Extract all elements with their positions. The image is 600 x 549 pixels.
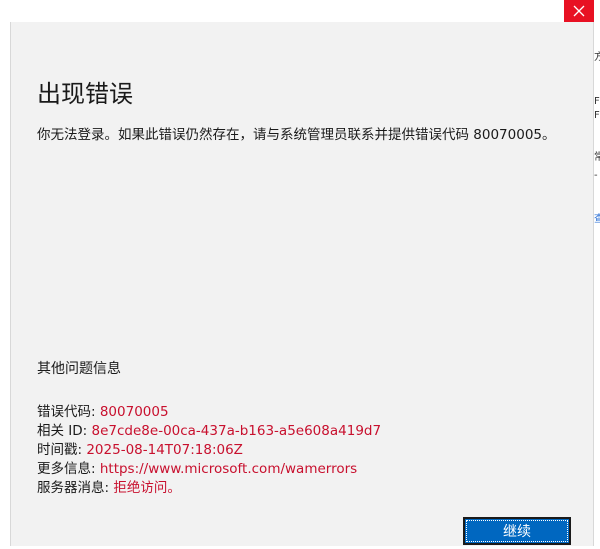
continue-button[interactable]: 继续	[463, 517, 571, 545]
more-info-heading: 其他问题信息	[37, 361, 121, 377]
titlebar	[0, 0, 600, 22]
more-info-link[interactable]: https://www.microsoft.com/wamerrors	[100, 461, 357, 477]
detail-label: 错误代码:	[37, 404, 100, 420]
error-dialog: 出现错误 你无法登录。如果此错误仍然存在，请与系统管理员联系并提供错误代码 80…	[10, 22, 594, 546]
close-icon	[573, 5, 585, 17]
close-button[interactable]	[564, 0, 594, 22]
error-details: 错误代码: 80070005 相关 ID: 8e7cde8e-00ca-437a…	[37, 403, 381, 498]
background-text-fragment: -	[594, 170, 598, 181]
screen: 方 F F 常 - 查 出现错误 你无法登录。如果此错误仍然存在，请与系统管理员…	[0, 0, 600, 549]
server-message-value: 拒绝访问。	[113, 480, 181, 496]
detail-row-timestamp: 时间戳: 2025-08-14T07:18:06Z	[37, 441, 381, 460]
detail-label: 服务器消息:	[37, 480, 114, 496]
detail-label: 相关 ID:	[37, 423, 92, 439]
background-text-fragment: 常	[594, 152, 600, 163]
detail-row-more-info: 更多信息: https://www.microsoft.com/wamerror…	[37, 460, 381, 479]
background-text-fragment: 查	[594, 214, 600, 225]
detail-row-correlation-id: 相关 ID: 8e7cde8e-00ca-437a-b163-a5e608a41…	[37, 422, 381, 441]
correlation-id-value: 8e7cde8e-00ca-437a-b163-a5e608a419d7	[91, 423, 382, 439]
error-message: 你无法登录。如果此错误仍然存在，请与系统管理员联系并提供错误代码 8007000…	[37, 127, 556, 143]
timestamp-value: 2025-08-14T07:18:06Z	[86, 442, 243, 458]
detail-label: 时间戳:	[37, 442, 87, 458]
background-text-fragment: 方	[594, 52, 600, 63]
error-code-value: 80070005	[99, 404, 169, 420]
detail-label: 更多信息:	[37, 461, 100, 477]
background-text-fragment: F	[594, 96, 600, 107]
detail-row-error-code: 错误代码: 80070005	[37, 403, 381, 422]
page-title: 出现错误	[37, 80, 133, 108]
background-text-fragment: F	[594, 110, 600, 121]
background-window-left	[0, 22, 10, 549]
detail-row-server-message: 服务器消息: 拒绝访问。	[37, 479, 381, 498]
